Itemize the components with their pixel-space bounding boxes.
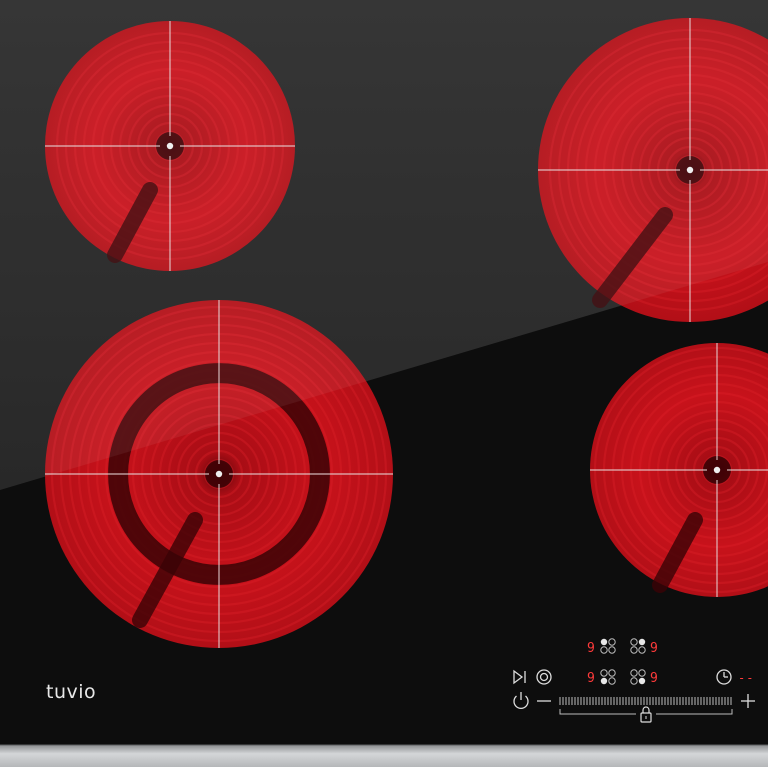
cooktop: 9 9 9 9 -- tuvio	[0, 0, 768, 767]
zone-level-display: 9	[587, 641, 595, 656]
timer-display: --	[738, 671, 754, 685]
brand-logo: tuvio	[46, 681, 97, 703]
zone-level-display: 9	[650, 671, 658, 686]
steel-frame	[0, 745, 768, 767]
cooktop-surface: 9 9 9 9 --	[0, 0, 768, 767]
zone-level-display: 9	[650, 641, 658, 656]
zone-level-display: 9	[587, 671, 595, 686]
